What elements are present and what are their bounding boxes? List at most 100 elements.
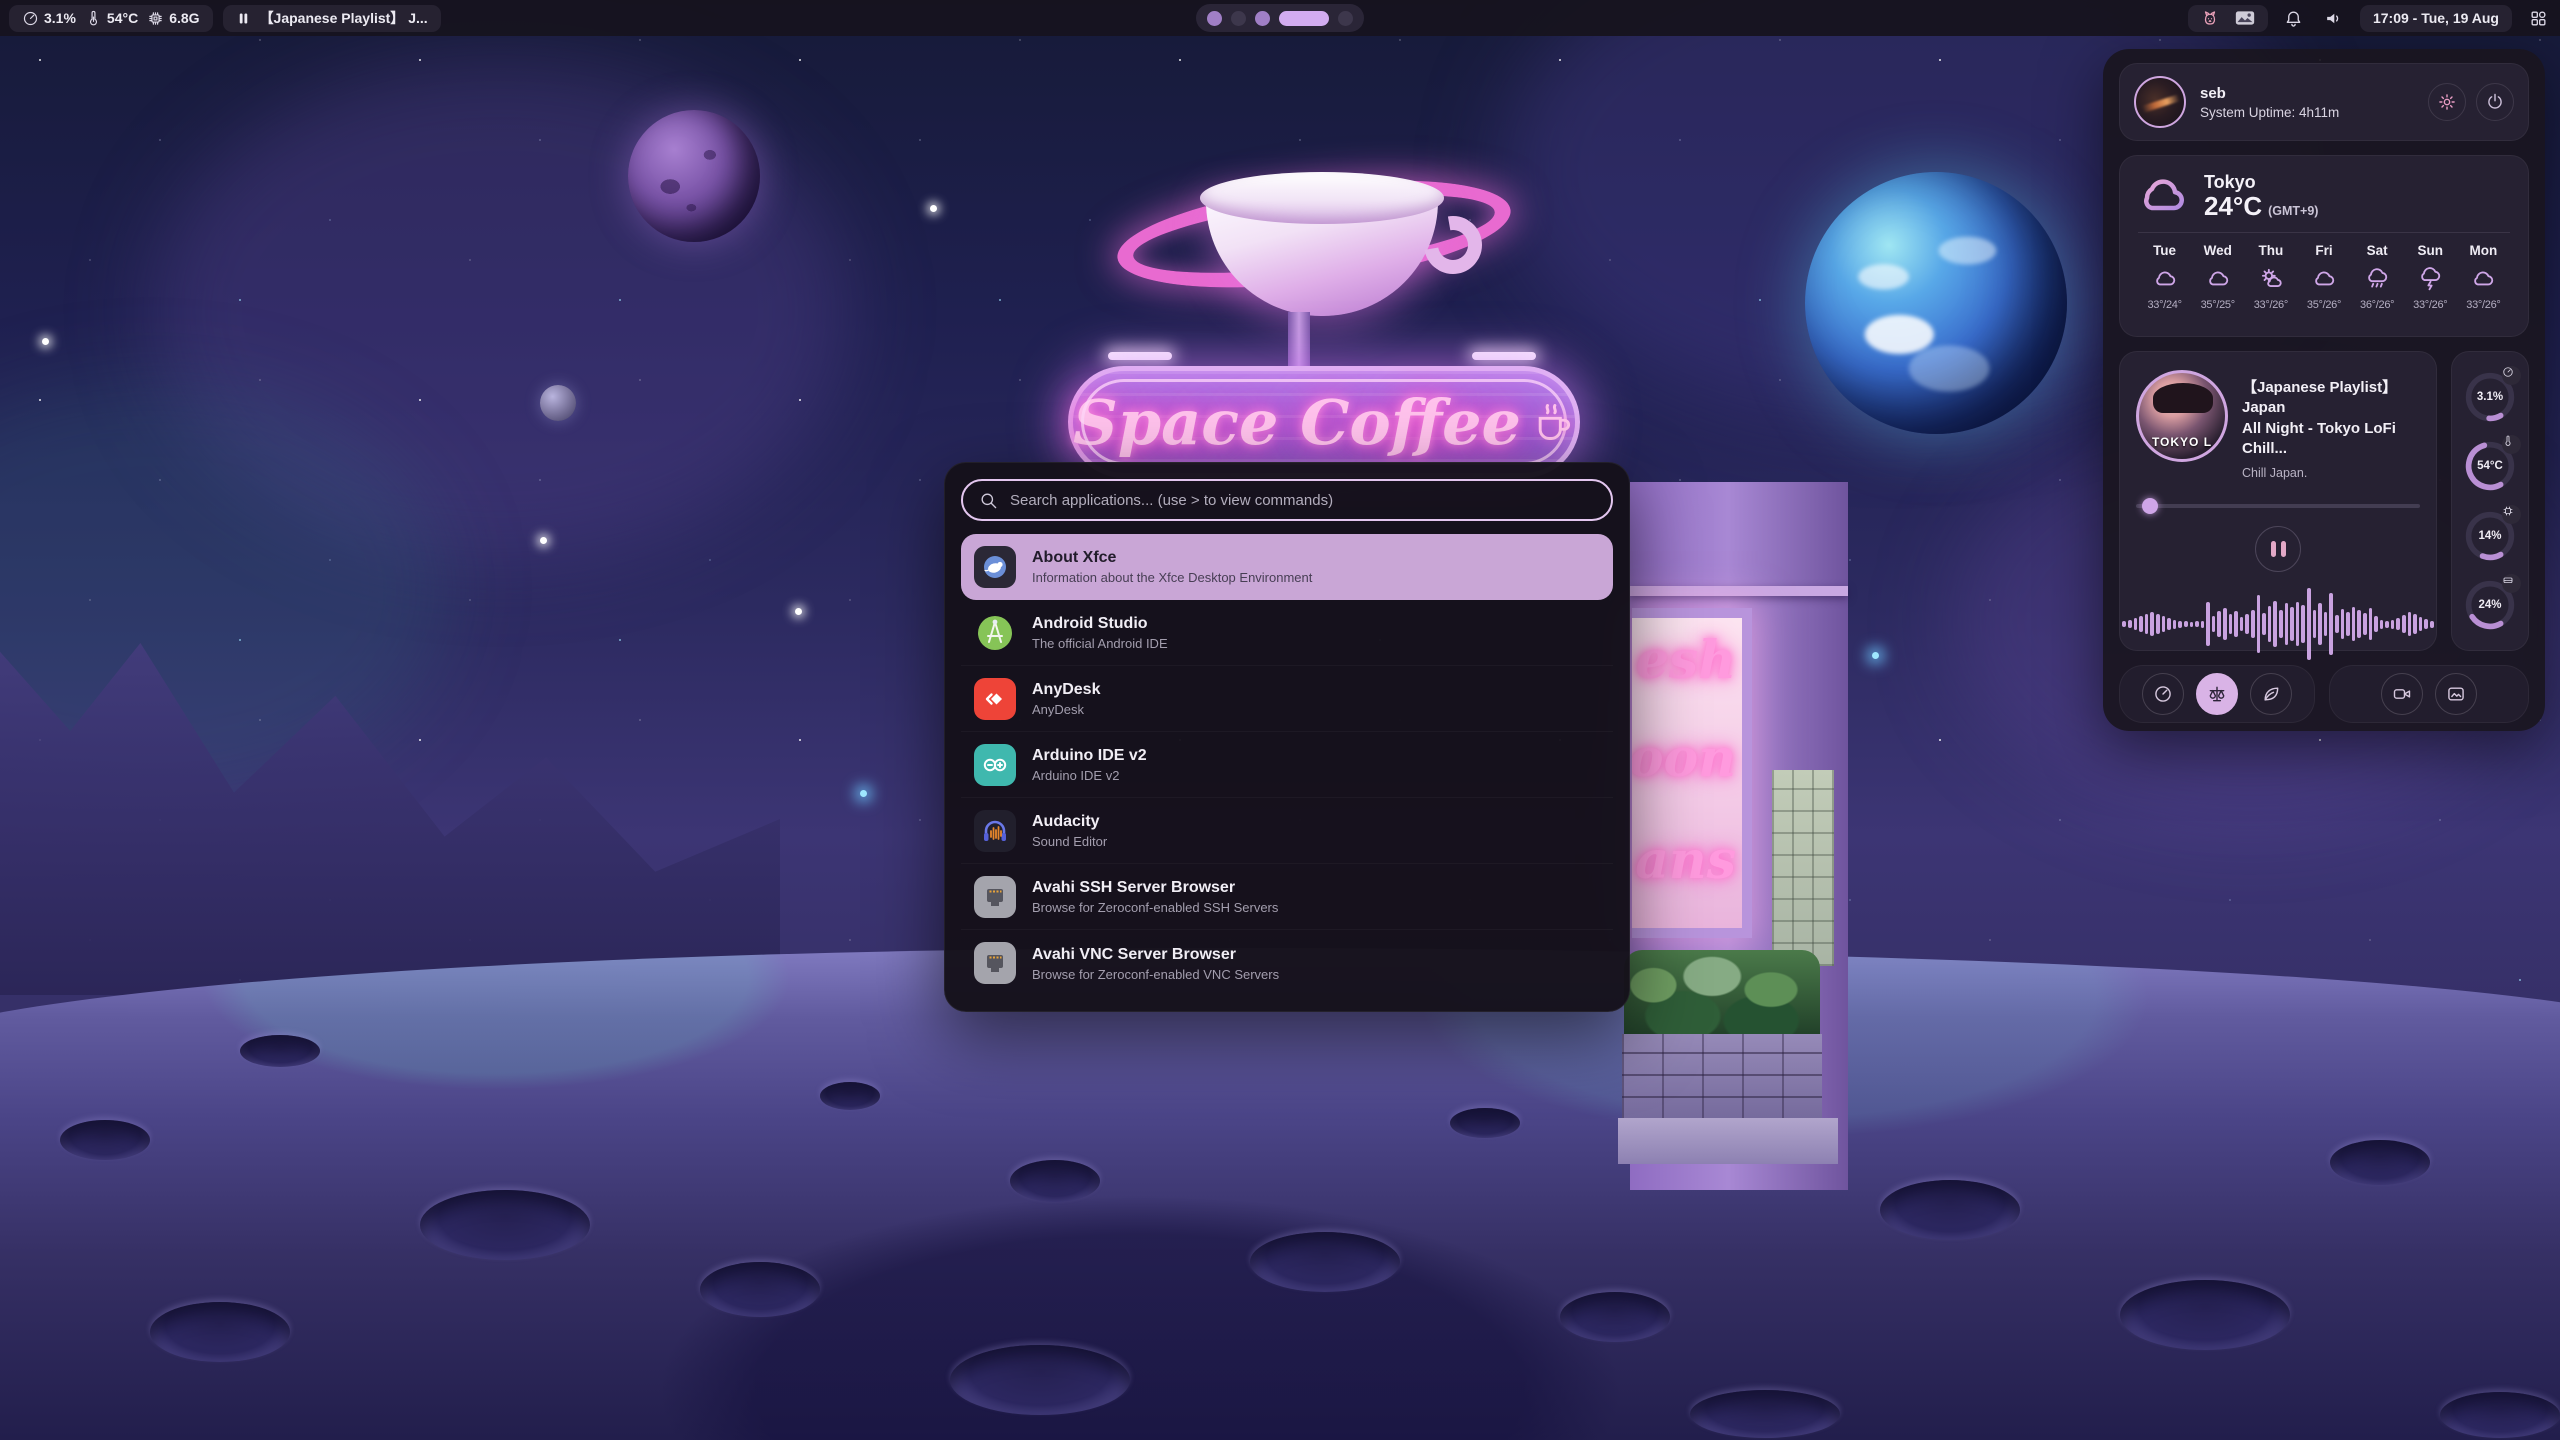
balanced-profile-button[interactable] xyxy=(2196,673,2238,715)
app-desc: Arduino IDE v2 xyxy=(1032,768,1147,783)
workspace-dot[interactable] xyxy=(1255,11,1270,26)
bell-icon xyxy=(2284,9,2303,28)
workspace-dot[interactable] xyxy=(1231,11,1246,26)
performance-profile-button[interactable] xyxy=(2142,673,2184,715)
cafe-step xyxy=(1618,1118,1838,1164)
app-row-about-xfce[interactable]: About Xfce Information about the Xfce De… xyxy=(961,534,1613,600)
app-desc: Browse for Zeroconf-enabled VNC Servers xyxy=(1032,967,1279,982)
app-name: Avahi VNC Server Browser xyxy=(1032,945,1279,965)
app-name: Android Studio xyxy=(1032,614,1168,634)
visualizer-bar xyxy=(2234,611,2238,637)
sign-lamp xyxy=(1108,352,1172,360)
visualizer-bar xyxy=(2190,622,2194,627)
now-playing-pill[interactable]: 【Japanese Playlist】 J... xyxy=(223,5,441,32)
app-row-arduino[interactable]: Arduino IDE v2 Arduino IDE v2 xyxy=(961,732,1613,798)
star-sparkle xyxy=(795,608,802,615)
visualizer-bar xyxy=(2346,612,2350,636)
app-desc: Browse for Zeroconf-enabled SSH Servers xyxy=(1032,900,1278,915)
thermometer-icon xyxy=(85,10,102,27)
music-progress-handle[interactable] xyxy=(2142,498,2158,514)
track-title: 【Japanese Playlist】 Japan All Night - To… xyxy=(2242,378,2420,459)
visualizer-bar xyxy=(2134,618,2138,630)
visualizer-bar xyxy=(2201,621,2205,628)
user-name: seb xyxy=(2200,85,2339,102)
visualizer-bar xyxy=(2318,603,2322,645)
cat-icon[interactable] xyxy=(2201,9,2219,27)
notifications-button[interactable] xyxy=(2280,4,2308,32)
workspace-dot[interactable] xyxy=(1279,11,1329,26)
cpu-temp-gauge: 54°C xyxy=(2463,439,2517,493)
dashboard-button[interactable] xyxy=(2524,4,2552,32)
cafe-building: esh oon ans xyxy=(1630,482,1848,1190)
rain-cloud-icon xyxy=(2364,266,2390,292)
app-list: About Xfce Information about the Xfce De… xyxy=(961,534,1613,996)
search-icon xyxy=(979,491,998,510)
wallpaper-icon[interactable] xyxy=(2235,10,2255,26)
visualizer-bar xyxy=(2374,616,2378,632)
screenshot-button[interactable] xyxy=(2435,673,2477,715)
cafe-window-text: oon xyxy=(1632,728,1736,789)
seek-bar[interactable] xyxy=(2136,498,2420,514)
visualizer-bar xyxy=(2257,595,2261,653)
visualizer-bar xyxy=(2396,618,2400,630)
disk-icon xyxy=(2502,574,2514,586)
network-port-icon xyxy=(974,942,1016,984)
sign-lamp xyxy=(1472,352,1536,360)
small-moon xyxy=(540,385,576,421)
now-playing-label: 【Japanese Playlist】 J... xyxy=(260,8,428,28)
chip-icon xyxy=(147,10,164,27)
star-sparkle xyxy=(1872,652,1879,659)
workspace-indicator[interactable] xyxy=(1196,4,1364,32)
weather-widget: Tokyo 24°C (GMT+9) Tue 33°/24° Wed xyxy=(2119,155,2529,337)
clock-pill[interactable]: 17:09 - Tue, 19 Aug xyxy=(2360,5,2512,32)
scales-icon xyxy=(2207,684,2227,704)
app-row-android-studio[interactable]: Android Studio The official Android IDE xyxy=(961,600,1613,666)
cpu-temp-stat: 54°C xyxy=(85,10,138,27)
visualizer-bar xyxy=(2324,612,2328,636)
visualizer-bar xyxy=(2413,614,2417,634)
power-button[interactable] xyxy=(2476,83,2514,121)
visualizer-bar xyxy=(2262,613,2266,635)
app-desc: Information about the Xfce Desktop Envir… xyxy=(1032,570,1312,585)
app-row-avahi-ssh[interactable]: Avahi SSH Server Browser Browse for Zero… xyxy=(961,864,1613,930)
search-input[interactable] xyxy=(1010,492,1595,509)
visualizer-bar xyxy=(2329,593,2333,655)
app-row-audacity[interactable]: Audacity Sound Editor xyxy=(961,798,1613,864)
settings-button[interactable] xyxy=(2428,83,2466,121)
chip-icon xyxy=(2502,505,2514,517)
workspace-dot[interactable] xyxy=(1338,11,1353,26)
visualizer-bar xyxy=(2285,603,2289,645)
visualizer-bar xyxy=(2419,617,2423,631)
app-row-anydesk[interactable]: AnyDesk AnyDesk xyxy=(961,666,1613,732)
audacity-icon xyxy=(974,810,1016,852)
workspace-dot[interactable] xyxy=(1207,11,1222,26)
play-pause-button[interactable] xyxy=(2255,526,2301,572)
app-row-avahi-vnc[interactable]: Avahi VNC Server Browser Browse for Zero… xyxy=(961,930,1613,996)
grid-apps-icon xyxy=(2529,9,2548,28)
tiled-pillar xyxy=(1772,770,1834,966)
cafe-window-text: esh xyxy=(1636,630,1736,691)
forecast-day: Thu 33°/26° xyxy=(2244,243,2297,311)
visualizer-bar xyxy=(2245,614,2249,634)
visualizer-bar xyxy=(2352,607,2356,641)
network-port-icon xyxy=(974,876,1016,918)
visualizer-bar xyxy=(2195,621,2199,627)
powersave-profile-button[interactable] xyxy=(2250,673,2292,715)
visualizer-bar xyxy=(2313,610,2317,638)
tray-pill xyxy=(2188,5,2268,32)
screen-record-button[interactable] xyxy=(2381,673,2423,715)
volume-button[interactable] xyxy=(2320,4,2348,32)
visualizer-bar xyxy=(2391,620,2395,629)
speedometer-icon xyxy=(2153,684,2173,704)
forecast-day: Sat 36°/26° xyxy=(2351,243,2404,311)
visualizer-bar xyxy=(2128,620,2132,628)
launcher-search[interactable] xyxy=(961,479,1613,521)
clock-label: 17:09 - Tue, 19 Aug xyxy=(2373,10,2499,26)
leaf-icon xyxy=(2261,684,2281,704)
visualizer-bar xyxy=(2251,610,2255,638)
avatar[interactable] xyxy=(2134,76,2186,128)
app-name: Avahi SSH Server Browser xyxy=(1032,878,1278,898)
neon-sign-text: Space Coffee xyxy=(1073,386,1521,459)
visualizer-bar xyxy=(2122,621,2126,627)
visualizer-bar xyxy=(2145,614,2149,634)
